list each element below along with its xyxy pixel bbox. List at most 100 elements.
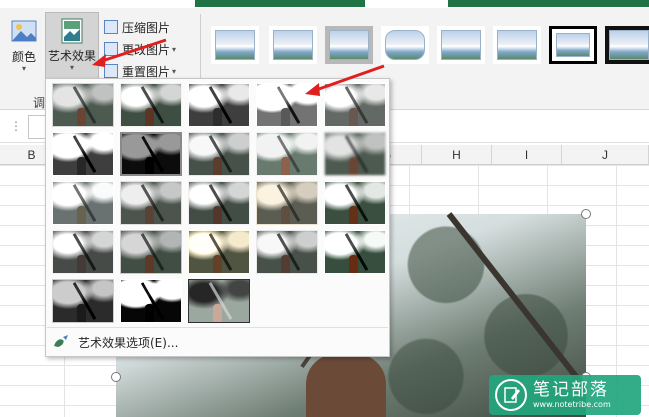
effect-preview-person xyxy=(77,157,86,175)
style-preview xyxy=(609,30,649,60)
picture-style-thumb[interactable] xyxy=(437,26,485,64)
art-effects-options-item[interactable]: 艺术效果选项(E)... xyxy=(52,331,178,353)
color-label: 颜色 xyxy=(11,50,36,64)
effect-preview-person xyxy=(77,304,86,322)
effect-preview-person xyxy=(281,157,290,175)
gallery-divider xyxy=(47,327,388,328)
art-effect-pastels-smooth[interactable] xyxy=(256,230,318,274)
effect-preview-person xyxy=(349,255,358,273)
effect-preview-person xyxy=(213,108,222,126)
art-effect-cement[interactable] xyxy=(52,230,114,274)
art-effect-light-screen[interactable] xyxy=(52,181,114,225)
art-effect-texturizer[interactable] xyxy=(120,230,182,274)
chevron-down-icon: ▾ xyxy=(69,63,74,72)
effect-preview-person xyxy=(145,157,155,174)
art-effect-glow-diffused[interactable] xyxy=(256,132,318,176)
compress-pictures-button[interactable]: 压缩图片 xyxy=(104,16,200,38)
art-effect-film-grain[interactable] xyxy=(188,181,250,225)
effect-preview-person xyxy=(213,255,222,273)
picture-style-thumb[interactable] xyxy=(325,26,373,64)
picture-style-thumb[interactable] xyxy=(493,26,541,64)
column-header[interactable]: I xyxy=(492,145,562,165)
art-effect-none[interactable] xyxy=(52,83,114,127)
compress-icon xyxy=(104,20,118,34)
effect-preview-person xyxy=(145,206,154,224)
notebook-pen-icon xyxy=(495,379,527,411)
effect-preview-person xyxy=(145,255,154,273)
reset-picture-icon xyxy=(104,64,118,78)
art-effect-watercolor-sponge[interactable] xyxy=(120,181,182,225)
art-effect-glass[interactable] xyxy=(324,181,386,225)
picture-style-thumb[interactable] xyxy=(381,26,429,64)
art-effect-pencil-grayscale[interactable] xyxy=(188,83,250,127)
art-effects-icon xyxy=(58,17,86,45)
compress-label: 压缩图片 xyxy=(122,20,171,35)
adjust-group-label: 调 xyxy=(33,96,46,110)
picture-person xyxy=(306,354,386,417)
art-effect-blur[interactable] xyxy=(324,132,386,176)
picture-style-thumb[interactable] xyxy=(211,26,259,64)
art-effect-pencil-sketch[interactable] xyxy=(256,83,318,127)
art-effects-button[interactable]: 艺术效果 ▾ xyxy=(45,12,99,82)
watermark-text: 笔记部落 www.notetribe.com xyxy=(533,380,611,410)
picture-style-thumb[interactable] xyxy=(269,26,317,64)
art-effect-line-drawing[interactable] xyxy=(324,83,386,127)
art-effect-marker[interactable] xyxy=(120,83,182,127)
effect-preview-person xyxy=(77,255,86,273)
art-effect-chalk-sketch[interactable] xyxy=(52,132,114,176)
art-effect-mosaic-bubbles[interactable] xyxy=(256,181,318,225)
adjust-small-buttons: 压缩图片 更改图片 ▾ 重置图片 ▾ xyxy=(104,16,200,82)
title-bar-accent xyxy=(448,0,649,7)
chevron-down-icon: ▾ xyxy=(21,64,26,73)
watermark: 笔记部落 www.notetribe.com xyxy=(489,375,641,415)
picture-style-thumb[interactable] xyxy=(605,26,649,64)
art-effect-photocopy[interactable] xyxy=(120,279,182,323)
art-effects-gallery: 艺术效果选项(E)... xyxy=(45,78,390,357)
effect-preview-person xyxy=(349,206,358,224)
group-divider xyxy=(200,14,201,84)
art-effect-plastic-wrap[interactable] xyxy=(324,230,386,274)
effect-preview-person xyxy=(77,206,86,224)
effect-preview-person xyxy=(281,206,290,224)
effect-preview-person xyxy=(77,108,86,126)
change-picture-icon xyxy=(104,42,118,56)
art-effects-options-label: 艺术效果选项(E)... xyxy=(78,335,179,350)
art-effect-crisscross-etching[interactable] xyxy=(188,230,250,274)
chevron-down-icon: ▾ xyxy=(172,44,177,54)
style-preview xyxy=(497,30,537,60)
change-label: 更改图片 xyxy=(122,42,171,57)
effect-preview-person xyxy=(213,206,222,224)
chevron-down-icon: ▾ xyxy=(172,66,177,76)
column-header[interactable]: J xyxy=(562,145,649,165)
effect-preview-person xyxy=(281,108,290,126)
effect-preview-person xyxy=(145,108,154,126)
reset-label: 重置图片 xyxy=(122,64,171,79)
art-effect-paint-strokes[interactable] xyxy=(120,132,182,176)
column-header[interactable]: H xyxy=(422,145,492,165)
effect-preview-person xyxy=(213,304,222,322)
art-effects-label: 艺术效果 xyxy=(47,49,96,63)
more-icon: ⋮ xyxy=(10,119,22,133)
title-bar-strip xyxy=(0,0,649,8)
change-picture-button[interactable]: 更改图片 ▾ xyxy=(104,38,200,60)
effect-preview-person xyxy=(349,157,358,175)
resize-handle[interactable] xyxy=(581,209,591,219)
color-icon xyxy=(10,18,38,46)
style-preview xyxy=(556,33,590,57)
style-preview xyxy=(215,30,255,60)
art-effect-cutout[interactable] xyxy=(52,279,114,323)
effect-preview-person xyxy=(145,304,154,322)
style-preview xyxy=(329,30,369,60)
style-preview xyxy=(273,30,313,60)
watermark-title: 笔记部落 xyxy=(533,380,609,400)
art-effects-options-icon xyxy=(52,334,70,350)
effect-preview-person xyxy=(213,157,222,175)
picture-style-thumb[interactable] xyxy=(549,26,597,64)
resize-handle[interactable] xyxy=(111,372,121,382)
style-preview xyxy=(385,30,425,60)
color-button[interactable]: 颜色 ▾ xyxy=(6,14,42,74)
art-effect-glow-edges[interactable] xyxy=(188,279,250,323)
picture-styles-gallery xyxy=(207,18,649,82)
watermark-url: www.notetribe.com xyxy=(533,400,611,409)
art-effect-paint-brush[interactable] xyxy=(188,132,250,176)
